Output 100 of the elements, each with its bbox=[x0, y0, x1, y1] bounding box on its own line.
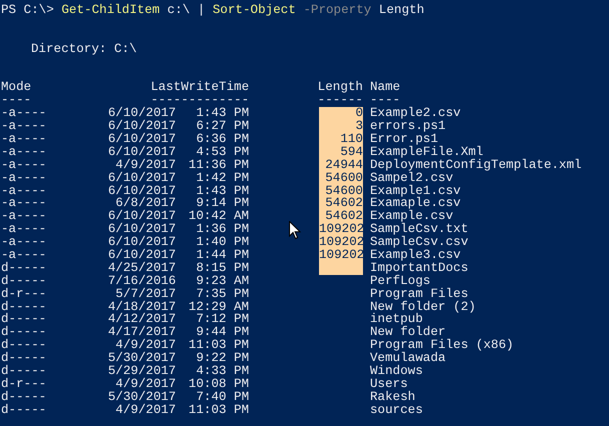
mode-cell-text: d----- bbox=[1, 300, 48, 314]
date-cell-text: 5/7/2017 bbox=[116, 288, 176, 301]
time-cell-text: 11:03 PM bbox=[188, 404, 249, 417]
name-cell-text: Error.ps1 bbox=[369, 132, 438, 146]
mode-cell-text: d----- bbox=[1, 390, 48, 404]
name-cell-text: Vemulawada bbox=[369, 352, 447, 365]
mode-cell-text: -a---- bbox=[1, 158, 48, 172]
time-cell-text: 12:29 AM bbox=[188, 300, 249, 314]
date-cell-text: 6/10/2017 bbox=[106, 248, 176, 262]
name-cell-text: Example.csv bbox=[369, 210, 454, 224]
date-cell-text: 6/10/2017 bbox=[106, 132, 176, 146]
header-underline: ------ bbox=[316, 94, 363, 108]
time-cell-text: 11:03 PM bbox=[188, 339, 249, 352]
time-cell-text: 1:43 PM bbox=[195, 107, 249, 120]
time-cell-text: 9:44 PM bbox=[195, 326, 249, 340]
date-cell-text: 4/18/2017 bbox=[106, 300, 176, 314]
highlighted-length-cell: 54602 bbox=[319, 210, 363, 224]
time-cell-text: 1:44 PM bbox=[195, 248, 249, 262]
time-cell-text: 1:40 PM bbox=[195, 236, 249, 249]
column-header: Name bbox=[369, 81, 402, 94]
mode-cell-text: -a---- bbox=[1, 197, 48, 210]
date-cell-text: 6/10/2017 bbox=[106, 146, 176, 159]
time-cell-text: 7:40 PM bbox=[195, 390, 249, 404]
mode-cell-text: -a---- bbox=[1, 172, 48, 185]
date-cell-text: 6/8/2017 bbox=[116, 197, 176, 210]
name-cell-text: DeploymentConfigTemplate.xml bbox=[369, 158, 583, 172]
time-cell-text: 1:42 PM bbox=[195, 172, 249, 185]
header-underline: ------------- bbox=[150, 94, 249, 108]
highlighted-length-cell: 24944 bbox=[319, 158, 363, 172]
highlighted-length-cell: 54602 bbox=[319, 197, 363, 210]
time-cell-text: 1:36 PM bbox=[195, 223, 249, 236]
mode-cell-text: d-r--- bbox=[1, 288, 48, 301]
time-cell-text: 9:22 PM bbox=[195, 352, 249, 365]
name-cell-text: Examaple.csv bbox=[369, 197, 462, 210]
mode-cell-text: d----- bbox=[1, 326, 48, 340]
mode-cell-text: -a---- bbox=[1, 210, 48, 224]
time-cell-text: 9:23 AM bbox=[195, 274, 249, 288]
date-cell-text: 5/30/2017 bbox=[106, 390, 176, 404]
name-cell-text: ExampleFile.Xml bbox=[369, 146, 484, 159]
date-cell-text: 6/10/2017 bbox=[106, 210, 176, 224]
name-cell-text: Program Files bbox=[369, 288, 468, 301]
highlighted-length-cell: 109202 bbox=[319, 223, 363, 236]
mode-cell-text: -a---- bbox=[1, 184, 48, 198]
date-cell-text: 7/16/2016 bbox=[106, 274, 176, 288]
date-cell-text: 6/10/2017 bbox=[106, 184, 176, 198]
directory-label: Directory: C:\ bbox=[31, 42, 137, 56]
time-cell-text: 6:27 PM bbox=[195, 120, 249, 133]
time-cell-text: 7:35 PM bbox=[195, 288, 249, 301]
time-cell-text: 10:08 PM bbox=[188, 378, 249, 391]
name-cell-text: Example1.csv bbox=[369, 184, 462, 198]
time-cell-text: 1:43 PM bbox=[195, 184, 249, 198]
mode-cell-text: -a---- bbox=[1, 120, 48, 133]
name-cell-text: Rakesh bbox=[369, 390, 416, 404]
highlighted-length-cell: 0 bbox=[319, 107, 363, 120]
time-cell-text: 4:33 PM bbox=[195, 364, 249, 378]
mode-cell-text: d----- bbox=[1, 352, 48, 365]
name-cell-text: inetpub bbox=[369, 313, 423, 326]
time-cell-text: 9:14 PM bbox=[195, 197, 249, 210]
time-cell-text: 11:36 PM bbox=[188, 158, 249, 172]
name-cell-text: New folder (2) bbox=[369, 300, 477, 314]
date-cell-text: 4/12/2017 bbox=[106, 313, 176, 326]
name-cell-text: Users bbox=[369, 378, 408, 391]
mode-cell-text: -a---- bbox=[1, 248, 48, 262]
name-cell-text: PerfLogs bbox=[369, 274, 430, 288]
date-cell-text: 4/9/2017 bbox=[114, 404, 176, 417]
mode-cell-text: d----- bbox=[1, 313, 48, 326]
name-cell-text: Program Files (x86) bbox=[369, 339, 515, 352]
mode-cell-text: d----- bbox=[1, 262, 48, 275]
name-cell-text: Example3.csv bbox=[369, 248, 461, 262]
highlighted-length-cell: 54600 bbox=[319, 184, 363, 198]
highlighted-length-cell: 109202 bbox=[319, 248, 363, 262]
mode-cell-text: d----- bbox=[1, 274, 48, 288]
mode-cell-text: -a---- bbox=[1, 223, 48, 236]
date-cell-text: 4/9/2017 bbox=[116, 378, 176, 391]
mode-cell-text: -a---- bbox=[1, 236, 48, 249]
date-cell-text: 4/9/2017 bbox=[116, 158, 176, 172]
mode-cell-text: d----- bbox=[1, 339, 48, 352]
date-cell-text: 4/25/2017 bbox=[106, 262, 176, 275]
date-cell-text: 6/10/2017 bbox=[106, 172, 176, 185]
time-cell-text: 6:36 PM bbox=[195, 132, 249, 146]
time-cell-text: 10:42 AM bbox=[188, 210, 249, 224]
name-cell-text: ImportantDocs bbox=[369, 262, 470, 275]
highlighted-length-cell: 109202 bbox=[319, 236, 363, 249]
highlighted-length-cell: 3 bbox=[319, 120, 363, 133]
mode-cell-text: d----- bbox=[1, 404, 48, 417]
time-cell-text: 8:15 PM bbox=[195, 262, 249, 275]
name-cell-text: errors.ps1 bbox=[369, 120, 447, 133]
name-cell-text: sources bbox=[369, 404, 424, 417]
time-cell-text: 4:53 PM bbox=[195, 146, 249, 159]
column-header: Mode bbox=[1, 81, 32, 94]
mode-cell-text: -a---- bbox=[1, 132, 48, 146]
highlighted-length-cell: 594 bbox=[319, 146, 363, 159]
highlighted-length-cell: 110 bbox=[319, 132, 363, 146]
date-cell-text: 6/10/2017 bbox=[106, 120, 176, 133]
name-cell-text: SampleCsv.txt bbox=[369, 223, 470, 236]
name-cell-text: New folder bbox=[369, 326, 446, 340]
name-cell-text: Windows bbox=[369, 364, 424, 378]
mouse-pointer-icon bbox=[289, 221, 301, 240]
header-underline: ---- bbox=[369, 94, 400, 108]
date-cell-text: 6/10/2017 bbox=[106, 107, 176, 120]
